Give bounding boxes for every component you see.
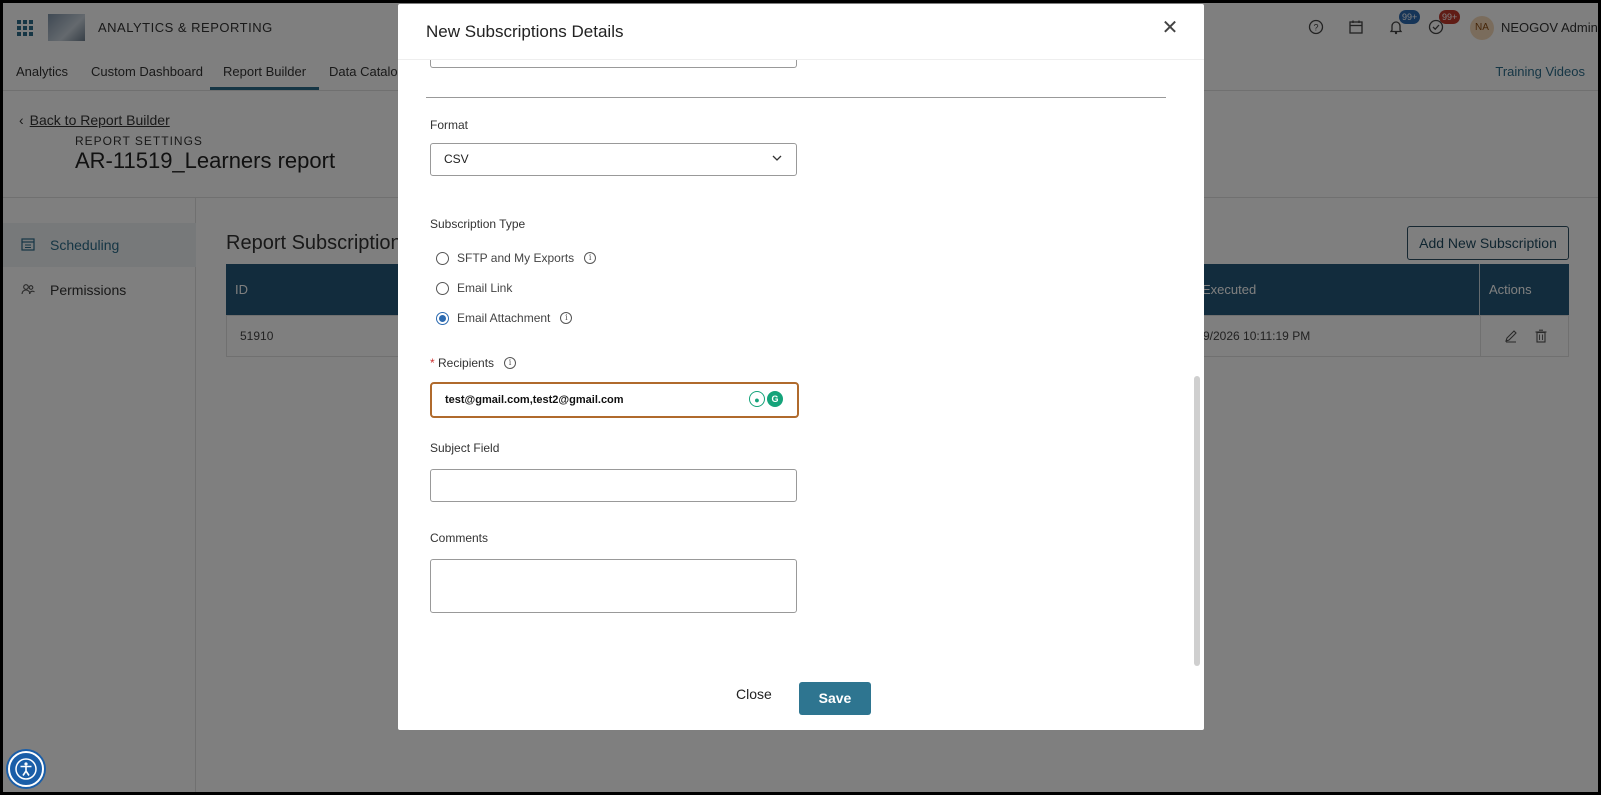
modal-title: New Subscriptions Details bbox=[426, 22, 624, 41]
suggestion-icon[interactable]: ● bbox=[749, 391, 765, 407]
close-button[interactable]: Close bbox=[736, 686, 772, 702]
info-icon[interactable]: i bbox=[584, 252, 597, 264]
radio-label: Email Attachment bbox=[457, 311, 551, 325]
radio-button[interactable] bbox=[436, 311, 449, 325]
accessibility-icon[interactable] bbox=[8, 751, 44, 787]
radio-button[interactable] bbox=[436, 281, 449, 295]
chevron-down-icon bbox=[772, 155, 782, 161]
info-icon[interactable]: i bbox=[504, 357, 517, 369]
subject-label: Subject Field bbox=[430, 441, 500, 455]
recipients-label-row: * Recipients i bbox=[430, 356, 517, 370]
subject-field[interactable] bbox=[430, 469, 797, 502]
radio-button[interactable] bbox=[436, 251, 449, 265]
subscription-type-label: Subscription Type bbox=[430, 217, 526, 231]
save-button[interactable]: Save bbox=[799, 682, 871, 715]
info-icon[interactable]: i bbox=[560, 312, 573, 324]
format-label: Format bbox=[430, 118, 469, 132]
radio-label: Email Link bbox=[457, 281, 513, 295]
divider bbox=[426, 97, 1166, 98]
scrollbar[interactable] bbox=[1194, 376, 1200, 666]
radio-sftp[interactable]: SFTP and My Exports i bbox=[436, 251, 597, 265]
new-subscription-modal: New Subscriptions Details ✕ Format CSV S… bbox=[398, 4, 1204, 730]
radio-email-attachment[interactable]: Email Attachment i bbox=[436, 311, 573, 325]
format-select[interactable]: CSV bbox=[430, 143, 797, 176]
recipients-label: Recipients bbox=[438, 356, 495, 370]
format-value: CSV bbox=[444, 152, 469, 166]
comments-label: Comments bbox=[430, 531, 489, 545]
comments-textarea[interactable] bbox=[430, 559, 797, 613]
radio-label: SFTP and My Exports bbox=[457, 251, 575, 265]
grammarly-icon[interactable]: G bbox=[767, 391, 783, 407]
required-marker: * bbox=[430, 356, 435, 370]
close-icon[interactable]: ✕ bbox=[1160, 18, 1180, 38]
grammarly-widget[interactable]: ● G bbox=[749, 391, 783, 407]
scrolled-input[interactable] bbox=[430, 60, 797, 68]
radio-email-link[interactable]: Email Link bbox=[436, 281, 512, 295]
recipients-input[interactable]: test@gmail.com,test2@gmail.com ● G bbox=[430, 382, 799, 418]
recipients-value: test@gmail.com,test2@gmail.com bbox=[445, 394, 624, 406]
